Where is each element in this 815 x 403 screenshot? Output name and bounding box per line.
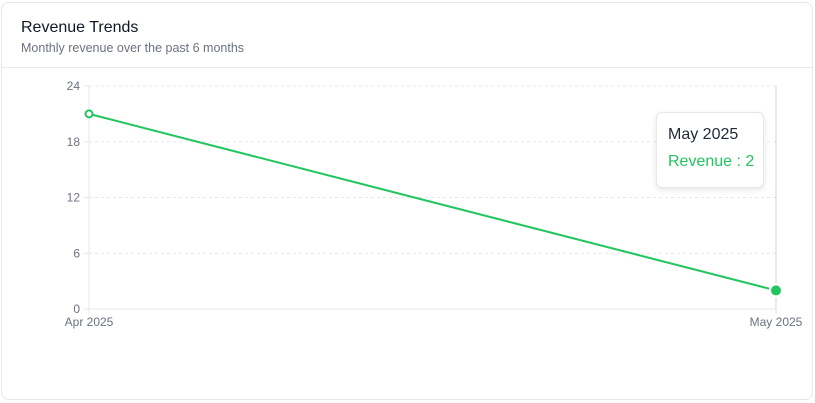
tooltip-value: 2 — [745, 153, 755, 170]
tooltip-separator: : — [732, 153, 746, 170]
x-tick-label: Apr 2025 — [65, 315, 114, 329]
x-tick-label: May 2025 — [750, 315, 803, 329]
tooltip-value-row: Revenue : 2 — [668, 153, 763, 171]
y-tick-label: 12 — [67, 191, 81, 205]
y-tick-label: 18 — [67, 135, 81, 149]
data-point — [84, 109, 94, 119]
tooltip-series-label: Revenue — [668, 153, 733, 170]
tooltip-title: May 2025 — [668, 126, 739, 143]
y-tick-label: 6 — [73, 246, 80, 260]
active-data-point — [769, 283, 783, 298]
revenue-line-chart[interactable]: 0 6 12 18 24 Apr 2025 May 2025 — [0, 0, 815, 403]
y-tick-label: 0 — [73, 302, 80, 316]
chart-tooltip: May 2025 Revenue : 2 — [656, 112, 764, 188]
y-tick-label: 24 — [67, 79, 81, 93]
